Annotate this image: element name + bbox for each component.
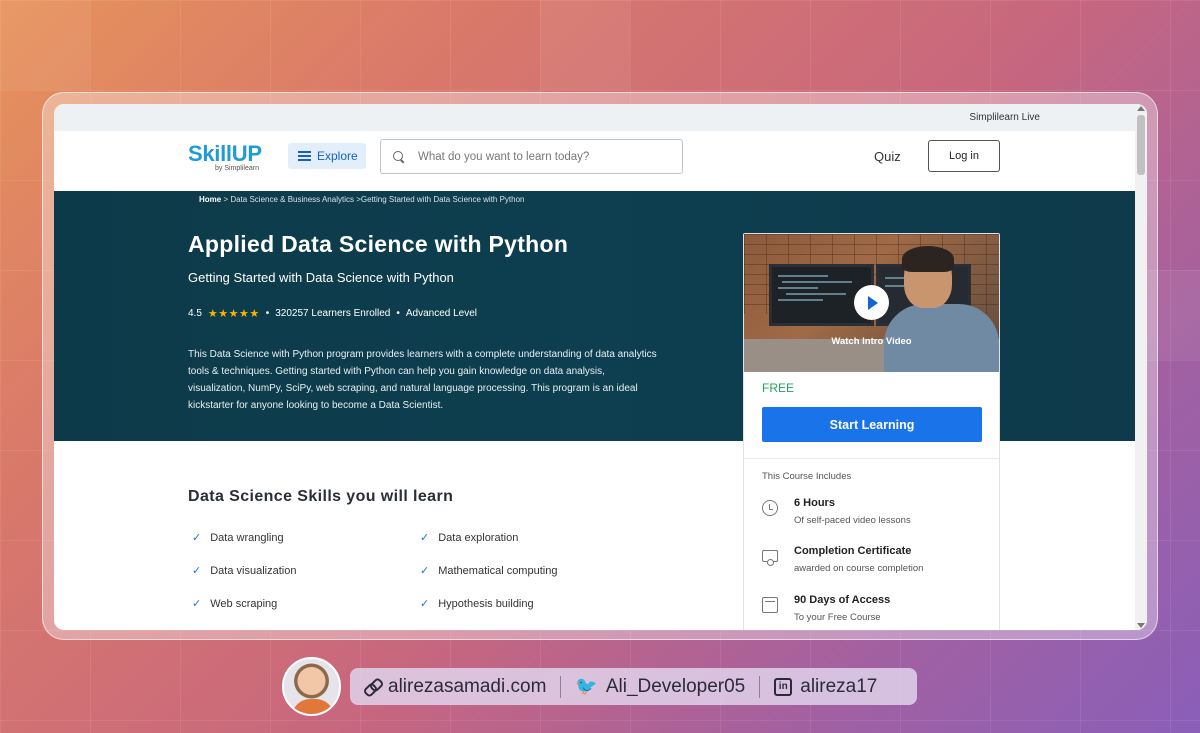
check-icon: ✓: [420, 598, 430, 610]
twitter-label: Ali_Developer05: [605, 675, 746, 697]
quiz-link[interactable]: Quiz: [874, 149, 901, 164]
enroll-card: Watch Intro Video FREE Start Learning Th…: [743, 233, 1000, 630]
website-link[interactable]: alirezasamadi.com: [350, 676, 560, 698]
course-subtitle: Getting Started with Data Science with P…: [188, 270, 454, 285]
explore-label: Explore: [317, 149, 358, 163]
logo-brand: SkillUP: [188, 141, 262, 166]
background-tile: [540, 0, 630, 90]
star-rating-icon: ★★★★★: [207, 308, 260, 320]
breadcrumb-path[interactable]: > Data Science & Business Analytics >Get…: [221, 195, 524, 204]
include-subtitle: awarded on course completion: [794, 563, 924, 574]
scroll-thumb[interactable]: [1137, 115, 1145, 175]
website-label: alirezasamadi.com: [388, 675, 547, 697]
breadcrumb-home[interactable]: Home: [199, 195, 221, 204]
linkedin-icon: in: [774, 677, 793, 696]
link-icon: [364, 679, 380, 695]
search-input[interactable]: [418, 150, 668, 163]
start-learning-button[interactable]: Start Learning: [762, 407, 982, 442]
browser-window: Simplilearn Live SkillUP by Simplilearn …: [54, 104, 1147, 630]
certificate-icon: [762, 550, 778, 566]
skill-item: ✓ Mathematical computing: [420, 564, 558, 578]
skill-item: ✓ Data visualization: [192, 564, 297, 578]
avatar: [282, 657, 341, 716]
simplilearn-live-link[interactable]: Simplilearn Live: [969, 112, 1040, 123]
check-icon: ✓: [420, 532, 430, 544]
skill-item: ✓ Data exploration: [420, 531, 519, 545]
scroll-down-icon[interactable]: [1137, 623, 1145, 628]
calendar-icon: [762, 597, 778, 613]
logo-byline: by Simplilearn: [215, 165, 259, 172]
menu-icon: [298, 151, 311, 161]
skill-item: ✓ Hypothesis building: [420, 597, 534, 611]
clock-icon: [762, 500, 778, 516]
play-icon[interactable]: [854, 285, 889, 320]
page-scrollbar[interactable]: [1135, 104, 1147, 630]
search-box: [380, 139, 683, 174]
twitter-icon: 🐦: [575, 676, 598, 696]
skillup-logo[interactable]: SkillUP by Simplilearn: [188, 141, 262, 172]
social-links-bar: alirezasamadi.com 🐦 Ali_Developer05 in a…: [350, 668, 917, 705]
rating-value: 4.5: [188, 308, 202, 319]
divider: [744, 458, 999, 459]
course-level: Advanced Level: [405, 308, 478, 319]
main-navbar: SkillUP by Simplilearn Explore Quiz Log …: [54, 131, 1147, 191]
includes-title: This Course Includes: [762, 471, 852, 482]
skills-heading: Data Science Skills you will learn: [188, 488, 454, 505]
include-title: Completion Certificate: [794, 545, 912, 557]
include-title: 6 Hours: [794, 497, 835, 509]
include-subtitle: Of self-paced video lessons: [794, 515, 911, 526]
login-button[interactable]: Log in: [928, 140, 1000, 172]
linkedin-link[interactable]: in alireza17: [760, 676, 891, 698]
search-icon: [393, 150, 405, 163]
check-icon: ✓: [192, 532, 202, 544]
top-utility-bar: Simplilearn Live: [54, 104, 1147, 131]
skill-item: ✓ Web scraping: [192, 597, 278, 611]
course-meta: 4.5 ★★★★★ • 320257 Learners Enrolled • A…: [188, 308, 478, 320]
course-title: Applied Data Science with Python: [188, 231, 569, 257]
course-description: This Data Science with Python program pr…: [188, 349, 657, 411]
intro-video-thumbnail[interactable]: Watch Intro Video: [744, 234, 999, 372]
include-subtitle: To your Free Course: [794, 612, 881, 623]
skill-item: ✓ Data wrangling: [192, 531, 284, 545]
check-icon: ✓: [192, 565, 202, 577]
twitter-link[interactable]: 🐦 Ali_Developer05: [561, 676, 759, 698]
check-icon: ✓: [192, 598, 202, 610]
price-label: FREE: [762, 381, 795, 395]
include-title: 90 Days of Access: [794, 594, 891, 606]
watch-intro-label[interactable]: Watch Intro Video: [744, 336, 999, 347]
background-tile: [0, 0, 90, 90]
enrolled-count: 320257 Learners Enrolled: [275, 308, 391, 319]
explore-button[interactable]: Explore: [288, 143, 366, 169]
check-icon: ✓: [420, 565, 430, 577]
linkedin-label: alireza17: [800, 675, 878, 697]
breadcrumb: Home > Data Science & Business Analytics…: [199, 195, 525, 204]
scroll-up-icon[interactable]: [1137, 106, 1145, 111]
